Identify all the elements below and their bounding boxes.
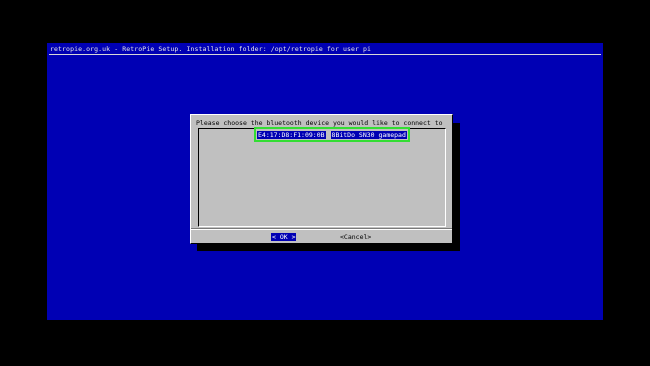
ok-button[interactable]: < OK > xyxy=(271,233,297,241)
device-name: 8BitDo SN30 gamepad xyxy=(330,130,407,139)
device-menu: E4:17:D8:F1:09:0B 8BitDo SN30 gamepad xyxy=(198,127,446,227)
console-screen: retropie.org.uk - RetroPie Setup. Instal… xyxy=(47,43,603,320)
button-divider-highlight xyxy=(191,229,452,230)
dialog-prompt: Please choose the bluetooth device you w… xyxy=(196,119,443,127)
backtitle: retropie.org.uk - RetroPie Setup. Instal… xyxy=(50,45,372,53)
device-address: E4:17:D8:F1:09:0B xyxy=(257,130,326,139)
device-menu-item[interactable]: E4:17:D8:F1:09:0B 8BitDo SN30 gamepad xyxy=(254,127,410,142)
backtitle-divider xyxy=(49,54,601,55)
display-frame: retropie.org.uk - RetroPie Setup. Instal… xyxy=(0,0,650,366)
cancel-button[interactable]: <Cancel> xyxy=(339,233,372,241)
bluetooth-dialog: Please choose the bluetooth device you w… xyxy=(190,114,453,244)
